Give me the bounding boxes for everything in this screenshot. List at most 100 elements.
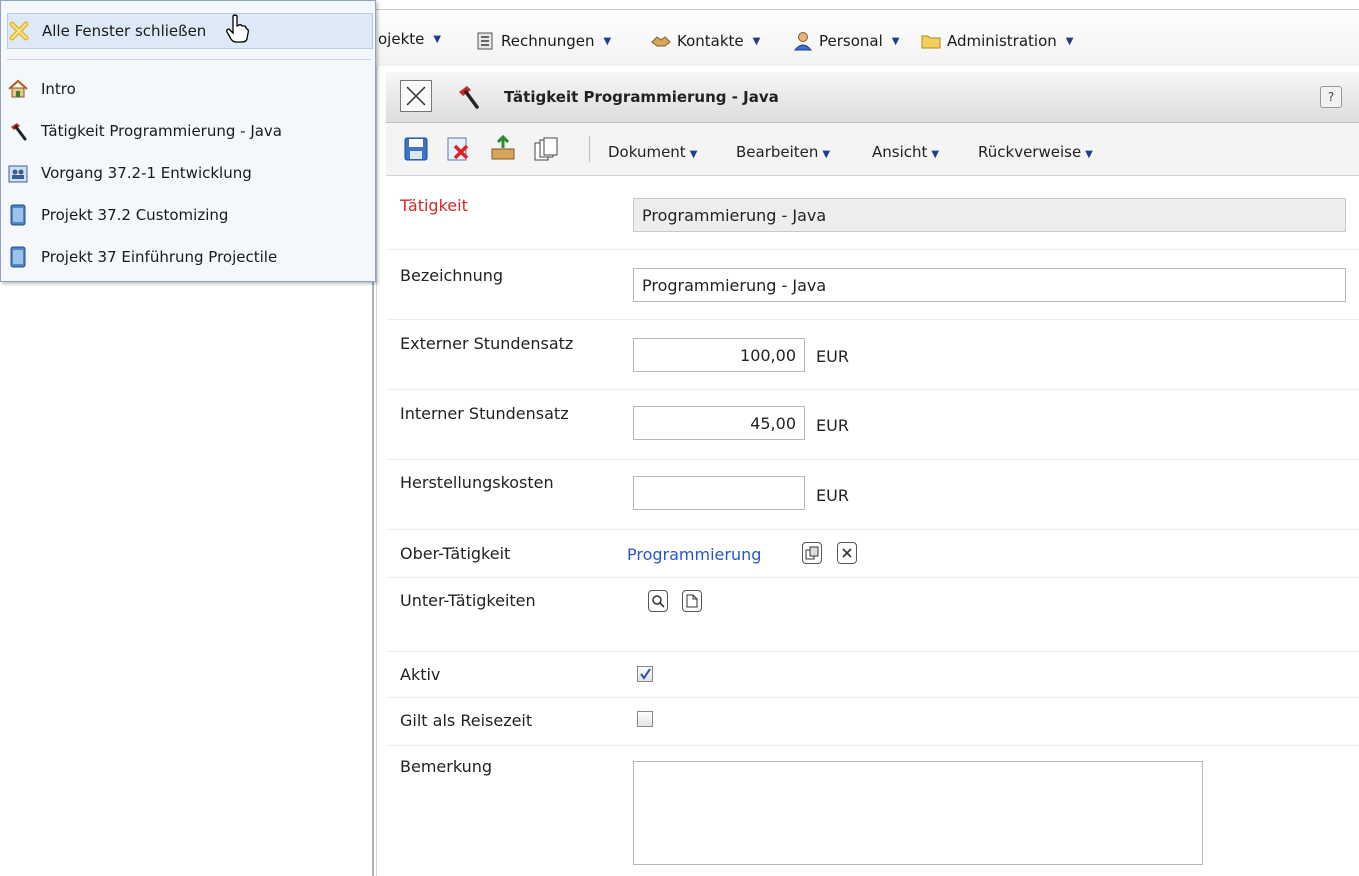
chevron-down-icon: ▼ [689, 149, 698, 160]
chevron-down-icon: ▼ [1065, 35, 1074, 47]
currency-unit: EUR [816, 347, 849, 366]
person-icon [792, 30, 814, 52]
close-icon [842, 548, 852, 558]
row-divider [386, 389, 1359, 390]
window-item-label: Vorgang 37.2-1 Entwicklung [41, 164, 252, 182]
aktiv-label: Aktiv [400, 665, 441, 684]
menu-ansicht-label: Ansicht [872, 143, 928, 161]
row-divider [386, 249, 1359, 250]
ober-taetigkeit-link[interactable]: Programmierung [627, 545, 761, 564]
people-icon [7, 162, 29, 184]
dropdown-separator [7, 59, 371, 60]
menu-projekte[interactable]: ojekte ▼ [378, 30, 441, 48]
row-divider [386, 745, 1359, 746]
folder-icon [920, 30, 942, 52]
menu-dokument[interactable]: Dokument ▼ [608, 143, 697, 161]
form-toolbar: Dokument ▼ Bearbeiten ▼ Ansicht ▼ Rückverwe… [386, 123, 1359, 176]
copy-icon[interactable] [534, 137, 558, 165]
bezeichnung-field[interactable]: Programmierung - Java [633, 268, 1346, 302]
save-icon[interactable] [404, 137, 428, 165]
menu-rueckverweise-label: Rückverweise [978, 143, 1082, 161]
menu-personal[interactable]: Personal ▼ [792, 30, 899, 52]
row-divider [386, 651, 1359, 652]
chevron-down-icon: ▼ [822, 149, 831, 160]
copy-icon [805, 546, 819, 560]
help-button[interactable]: ? [1320, 86, 1342, 108]
handshake-icon [650, 30, 672, 52]
chevron-down-icon: ▼ [931, 149, 940, 160]
new-subtask-button[interactable] [682, 590, 702, 612]
hammer-icon [456, 84, 480, 114]
copy-reference-button[interactable] [802, 542, 822, 564]
window-titlebar: Tätigkeit Programmierung - Java ? [386, 72, 1359, 123]
close-window-button[interactable] [400, 80, 432, 112]
invoice-icon [474, 30, 496, 52]
interner-stundensatz-field[interactable]: 45,00 [633, 406, 805, 440]
window-item-intro[interactable]: Intro [7, 71, 373, 107]
book-icon [7, 246, 29, 268]
close-all-icon [8, 20, 30, 42]
menu-rechnungen[interactable]: Rechnungen ▼ [474, 30, 611, 52]
window-item-label: Projekt 37.2 Customizing [41, 206, 229, 224]
reisezeit-label: Gilt als Reisezeit [400, 711, 533, 730]
window-item-label: Intro [41, 80, 76, 98]
menu-kontakte-label: Kontakte [677, 32, 744, 50]
unter-taetigkeiten-label: Unter-Tätigkeiten [400, 591, 536, 610]
chevron-down-icon: ▼ [752, 35, 761, 47]
row-divider [386, 459, 1359, 460]
search-icon [652, 595, 665, 608]
row-divider [386, 697, 1359, 698]
chevron-down-icon: ▼ [1085, 149, 1093, 160]
main-menubar: ojekte ▼ Rechnungen ▼ Kontakte ▼ Personal ▼ … [374, 9, 1359, 66]
remove-reference-button[interactable] [837, 542, 857, 564]
hand-cursor-icon [224, 14, 250, 48]
hammer-icon [7, 120, 29, 142]
herstellungskosten-field[interactable] [633, 476, 805, 510]
window-item-label: Projekt 37 Einführung Projectile [41, 248, 278, 266]
menu-ansicht[interactable]: Ansicht ▼ [872, 143, 939, 161]
chevron-down-icon: ▼ [433, 33, 442, 45]
taetigkeit-label: Tätigkeit [400, 196, 468, 215]
externer-stundensatz-field[interactable]: 100,00 [633, 338, 805, 372]
taetigkeit-field: Programmierung - Java [633, 198, 1346, 232]
export-icon[interactable] [490, 134, 516, 165]
menu-kontakte[interactable]: Kontakte ▼ [650, 30, 760, 52]
ober-taetigkeit-label: Ober-Tätigkeit [400, 544, 511, 563]
chevron-down-icon: ▼ [891, 35, 900, 47]
home-icon [7, 78, 29, 100]
menu-projekte-label: ojekte [378, 30, 425, 48]
checkmark-icon [640, 668, 651, 680]
window-item-projekt-37[interactable]: Projekt 37 Einführung Projectile [7, 239, 373, 275]
close-icon [406, 86, 426, 106]
chevron-down-icon: ▼ [603, 35, 612, 47]
herstellungskosten-label: Herstellungskosten [400, 473, 554, 492]
menu-administration[interactable]: Administration ▼ [920, 30, 1073, 52]
menu-administration-label: Administration [947, 32, 1057, 50]
aktiv-checkbox[interactable] [637, 666, 653, 682]
window-list-dropdown: Alle Fenster schließen Intro Tätigkeit P… [0, 0, 376, 282]
new-document-icon [686, 594, 698, 608]
externer-stundensatz-label: Externer Stundensatz [400, 334, 574, 353]
window-title: Tätigkeit Programmierung - Java [504, 88, 779, 106]
window-item-projekt-372[interactable]: Projekt 37.2 Customizing [7, 197, 373, 233]
bezeichnung-label: Bezeichnung [400, 266, 504, 285]
window-item-label: Tätigkeit Programmierung - Java [41, 122, 283, 140]
currency-unit: EUR [816, 416, 849, 435]
bemerkung-textarea[interactable] [633, 761, 1203, 865]
row-divider [386, 319, 1359, 320]
menu-dokument-label: Dokument [608, 143, 686, 161]
reisezeit-checkbox[interactable] [637, 711, 653, 727]
window-item-vorgang[interactable]: Vorgang 37.2-1 Entwicklung [7, 155, 373, 191]
search-subtasks-button[interactable] [648, 590, 668, 612]
interner-stundensatz-label: Interner Stundensatz [400, 404, 569, 423]
book-icon [7, 204, 29, 226]
window-item-taetigkeit[interactable]: Tätigkeit Programmierung - Java [7, 113, 373, 149]
toolbar-separator [589, 136, 590, 162]
menu-rueckverweise[interactable]: Rückverweise ▼ [978, 143, 1093, 161]
row-divider [386, 529, 1359, 530]
menu-bearbeiten-label: Bearbeiten [736, 143, 819, 161]
menu-personal-label: Personal [819, 32, 883, 50]
close-all-windows-item[interactable]: Alle Fenster schließen [7, 13, 373, 49]
menu-bearbeiten[interactable]: Bearbeiten ▼ [736, 143, 830, 161]
delete-icon[interactable] [446, 137, 470, 165]
